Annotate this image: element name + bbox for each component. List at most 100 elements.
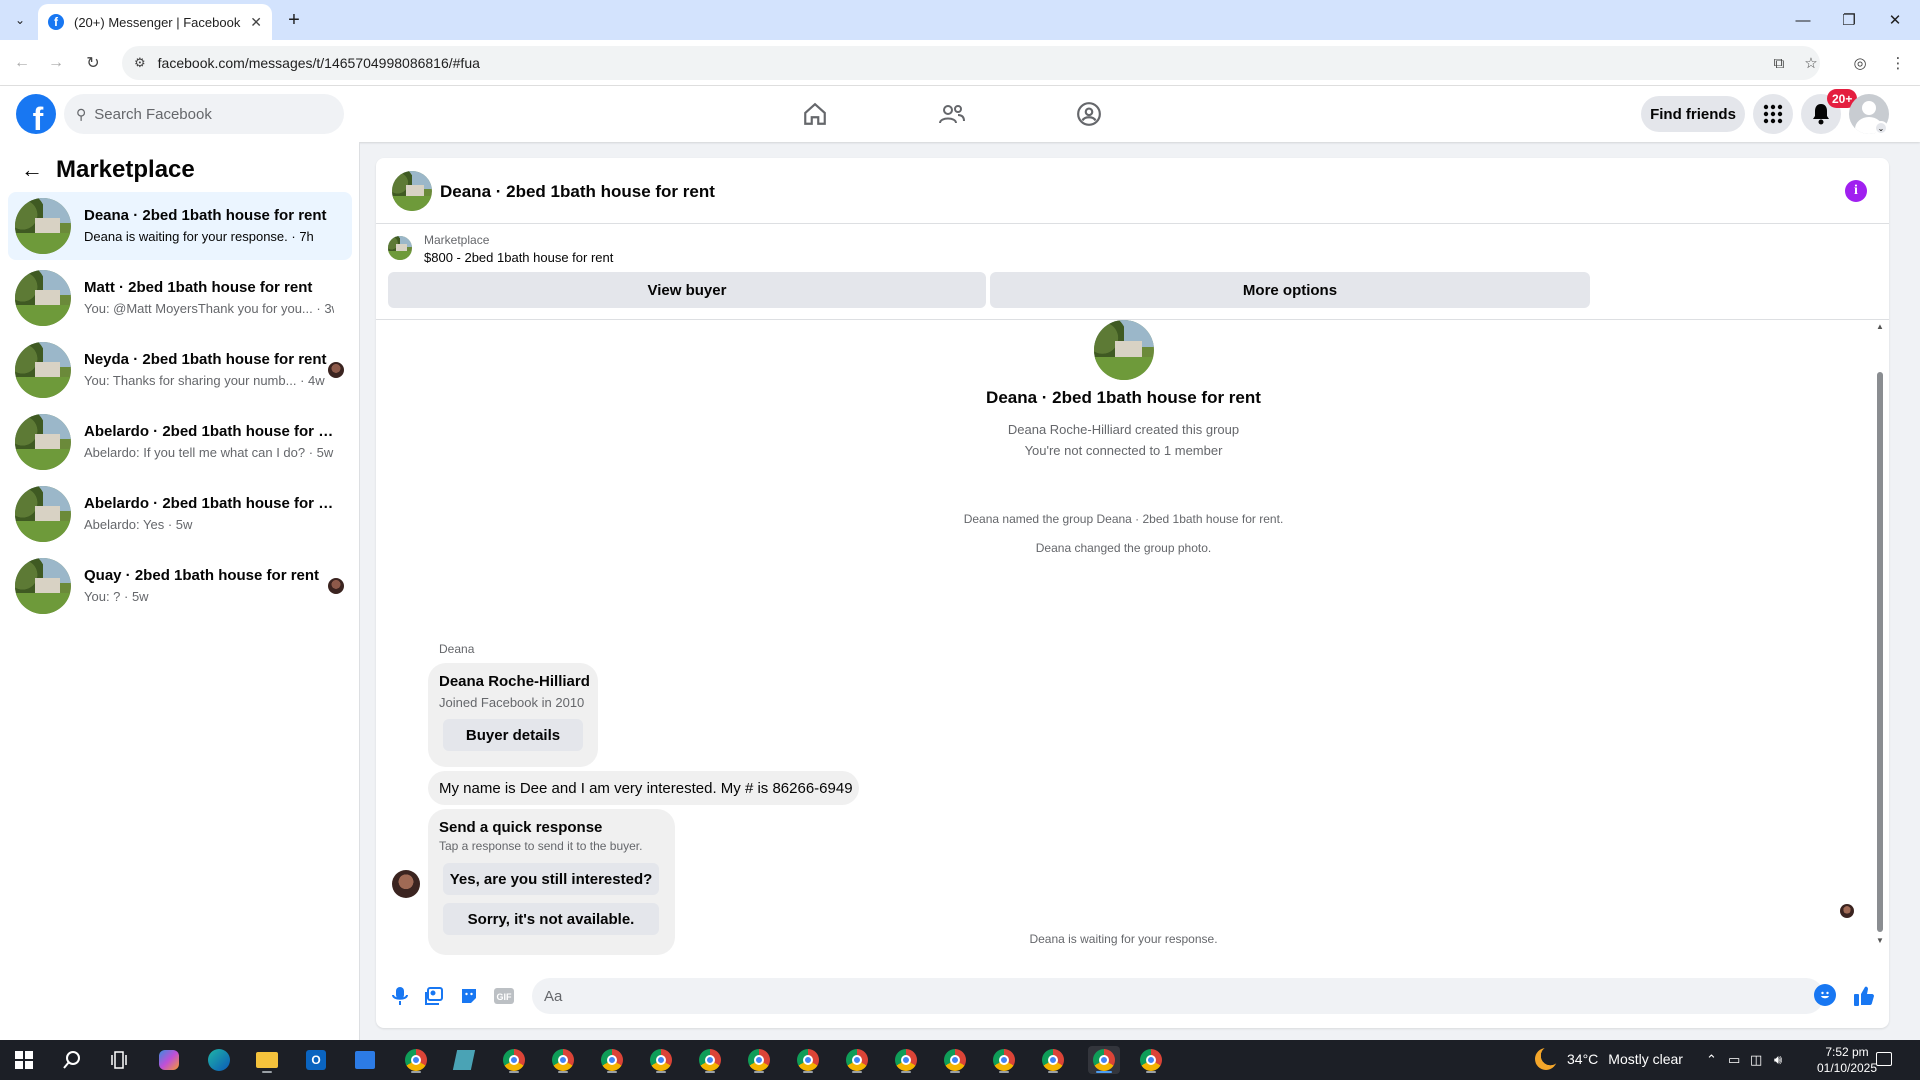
quick-response-subtitle: Tap a response to send it to the buyer. (439, 839, 643, 853)
close-window-button[interactable]: ✕ (1872, 6, 1918, 34)
conversation-item[interactable]: Quay · 2bed 1bath house for rent You: ? … (8, 552, 352, 620)
sticker-icon[interactable] (457, 984, 481, 1008)
edge-icon[interactable] (205, 1046, 233, 1074)
view-buyer-button[interactable]: View buyer (388, 272, 986, 308)
listing-price-title[interactable]: $800 - 2bed 1bath house for rent (424, 250, 613, 265)
chrome-taskbar-icon[interactable] (745, 1046, 773, 1074)
chrome-taskbar-icon[interactable] (402, 1046, 430, 1074)
conversation-item[interactable]: Abelardo · 2bed 1bath house for re... Ab… (8, 408, 352, 476)
svg-text:GIF: GIF (497, 992, 513, 1002)
system-clock[interactable]: 7:52 pm 01/10/2025 (1812, 1044, 1882, 1076)
more-options-button[interactable]: More options (990, 272, 1590, 308)
home-nav-icon[interactable] (795, 94, 835, 134)
url-text: facebook.com/messages/t/1465704998086816… (157, 55, 480, 71)
account-chevron-down-icon[interactable]: ⌄ (1874, 121, 1888, 135)
sidebar-title: Marketplace (56, 156, 195, 183)
photo-icon[interactable] (422, 984, 446, 1008)
store-icon[interactable] (351, 1046, 379, 1074)
chrome-taskbar-icon[interactable] (892, 1046, 920, 1074)
chrome-taskbar-icon[interactable] (794, 1046, 822, 1074)
conversation-preview: Abelardo: If you tell me what can I do? … (84, 445, 334, 460)
new-tab-button[interactable]: + (282, 8, 306, 32)
minimize-button[interactable]: — (1780, 6, 1826, 34)
reload-button[interactable]: ↻ (79, 49, 107, 77)
conversation-preview: You: ? · 5w (84, 589, 149, 604)
conversation-item[interactable]: Deana · 2bed 1bath house for rent Deana … (8, 192, 352, 260)
back-arrow-icon[interactable]: ← (16, 154, 48, 186)
scroll-up-icon[interactable]: ▲ (1876, 322, 1884, 331)
chrome-taskbar-icon[interactable] (1039, 1046, 1067, 1074)
volume-icon[interactable]: 🔊︎ (1774, 1052, 1782, 1068)
chrome-taskbar-icon[interactable] (843, 1046, 871, 1074)
outlook-icon[interactable]: O (302, 1046, 330, 1074)
message-scrollbar[interactable]: ▲ ▼ (1875, 322, 1885, 948)
system-message: Deana changed the group photo. (1035, 541, 1212, 555)
thumbs-up-icon[interactable] (1852, 984, 1876, 1008)
notification-center-icon[interactable] (1876, 1052, 1892, 1066)
group-photo[interactable] (392, 171, 432, 211)
sender-avatar (392, 870, 420, 898)
conversation-title: Abelardo · 2bed 1bath house for re... (84, 495, 339, 512)
restore-button[interactable]: ❐ (1826, 6, 1872, 34)
chat-title[interactable]: Deana · 2bed 1bath house for rent (440, 182, 715, 202)
microphone-icon[interactable] (388, 984, 412, 1008)
file-explorer-icon[interactable] (253, 1046, 281, 1074)
task-view-icon[interactable] (105, 1046, 133, 1074)
tab-close-icon[interactable]: ✕ (250, 14, 262, 31)
windows-taskbar: O 34°C Mostly clear ⌃ ▭ ◫ 🔊︎ 7:52 pm 01/… (0, 1040, 1920, 1080)
chrome-taskbar-icon[interactable] (598, 1046, 626, 1074)
windows-start-icon[interactable] (10, 1046, 38, 1074)
search-input[interactable] (94, 105, 315, 123)
chrome-taskbar-icon[interactable] (990, 1046, 1018, 1074)
conversation-item[interactable]: Neyda · 2bed 1bath house for rent You: T… (8, 336, 352, 404)
tray-chevron-up-icon[interactable]: ⌃ (1706, 1052, 1717, 1068)
copilot-icon[interactable] (155, 1046, 183, 1074)
conversation-title: Deana · 2bed 1bath house for rent (84, 207, 327, 224)
install-app-icon[interactable]: ⧉ (1765, 49, 1793, 77)
profile-icon[interactable]: ◎ (1846, 49, 1874, 77)
listing-thumbnail (15, 270, 71, 326)
menu-grid-icon[interactable] (1753, 94, 1793, 134)
facebook-logo[interactable]: f (16, 94, 56, 134)
groups-nav-icon[interactable] (1069, 94, 1109, 134)
temperature: 34°C (1567, 1051, 1599, 1067)
browser-menu-icon[interactable]: ⋮ (1884, 49, 1912, 77)
scroll-down-icon[interactable]: ▼ (1876, 936, 1884, 945)
friends-nav-icon[interactable] (932, 94, 972, 134)
back-button[interactable]: ← (8, 49, 36, 77)
forward-button[interactable]: → (42, 49, 70, 77)
search-icon: ⚲ (76, 105, 87, 122)
chrome-taskbar-icon[interactable] (941, 1046, 969, 1074)
chrome-taskbar-icon[interactable] (500, 1046, 528, 1074)
read-receipt-avatar (1840, 904, 1854, 918)
message-input[interactable] (544, 987, 1764, 1005)
quick-response-option[interactable]: Yes, are you still interested? (443, 863, 659, 895)
facebook-search[interactable]: ⚲ (64, 94, 344, 134)
gif-icon[interactable]: GIF (492, 984, 516, 1008)
buyer-details-button[interactable]: Buyer details (443, 719, 583, 751)
chrome-taskbar-icon[interactable] (696, 1046, 724, 1074)
chrome-taskbar-icon[interactable] (647, 1046, 675, 1074)
url-omnibox[interactable]: ⚙ facebook.com/messages/t/14657049980868… (122, 46, 1820, 80)
tab-search-dropdown-icon[interactable]: ⌄ (8, 8, 32, 32)
network-icon[interactable]: ▭ (1728, 1052, 1740, 1068)
notes-app-icon[interactable] (450, 1046, 478, 1074)
info-icon[interactable]: i (1845, 180, 1867, 202)
quick-response-option[interactable]: Sorry, it's not available. (443, 903, 659, 935)
scrollbar-thumb[interactable] (1877, 372, 1883, 932)
location-icon[interactable]: ◫ (1750, 1052, 1762, 1068)
chrome-taskbar-icon[interactable] (1137, 1046, 1165, 1074)
emoji-icon[interactable] (1814, 984, 1836, 1006)
bookmark-star-icon[interactable]: ☆ (1797, 49, 1825, 77)
conversation-item[interactable]: Matt · 2bed 1bath house for rent You: @M… (8, 264, 352, 332)
chrome-taskbar-icon-active[interactable] (1088, 1046, 1120, 1074)
find-friends-button[interactable]: Find friends (1641, 96, 1745, 132)
clock-time: 7:52 pm (1825, 1045, 1869, 1059)
chrome-taskbar-icon[interactable] (549, 1046, 577, 1074)
message-input-field[interactable] (532, 978, 1824, 1014)
conversation-item[interactable]: Abelardo · 2bed 1bath house for re... Ab… (8, 480, 352, 548)
taskbar-search-icon[interactable] (58, 1046, 86, 1074)
browser-tab[interactable]: f (20+) Messenger | Facebook ✕ (38, 4, 272, 40)
site-info-icon[interactable]: ⚙ (134, 55, 146, 71)
weather-widget[interactable]: 34°C Mostly clear (1535, 1048, 1683, 1070)
